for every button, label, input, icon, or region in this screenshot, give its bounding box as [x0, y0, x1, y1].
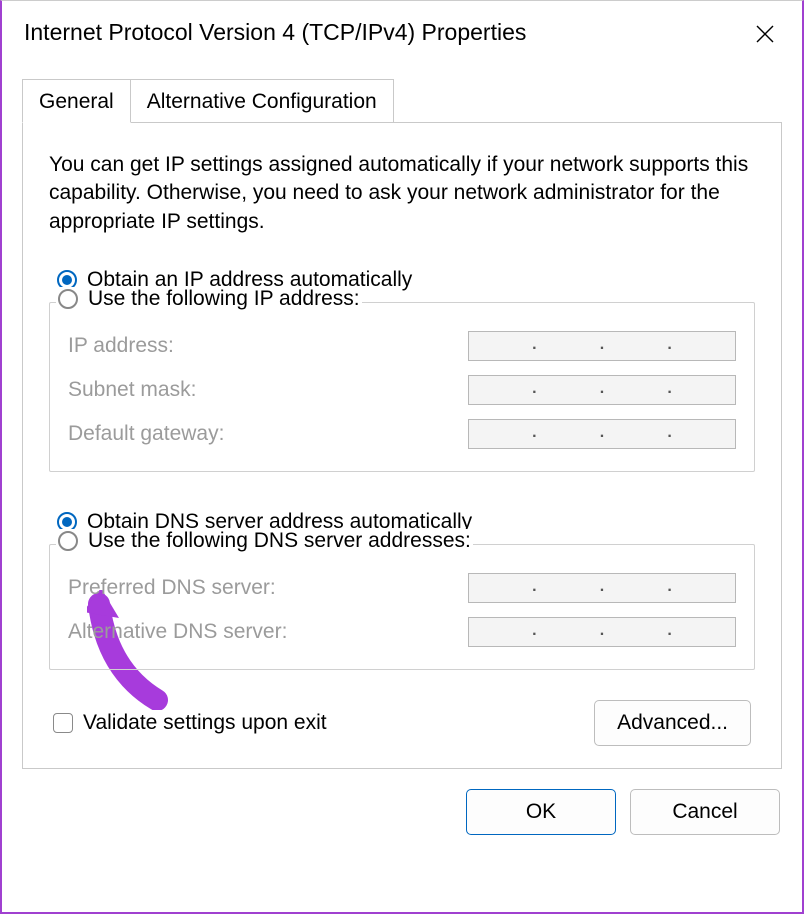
radio-label: Use the following DNS server addresses:	[88, 529, 471, 553]
radio-ip-manual[interactable]: Use the following IP address:	[56, 287, 362, 311]
tab-general[interactable]: General	[22, 79, 131, 123]
ok-button[interactable]: OK	[466, 789, 616, 835]
input-default-gateway[interactable]: ...	[468, 419, 736, 449]
input-subnet-mask[interactable]: ...	[468, 375, 736, 405]
checkbox-icon	[53, 713, 73, 733]
tab-content-general: You can get IP settings assigned automat…	[22, 122, 782, 769]
close-icon[interactable]	[750, 19, 780, 49]
title-bar: Internet Protocol Version 4 (TCP/IPv4) P…	[2, 1, 802, 61]
group-ip-manual: Use the following IP address: IP address…	[49, 302, 755, 472]
tab-strip: General Alternative Configuration	[22, 79, 782, 122]
cancel-button[interactable]: Cancel	[630, 789, 780, 835]
checkbox-validate-settings[interactable]: Validate settings upon exit	[53, 711, 327, 735]
radio-label: Use the following IP address:	[88, 287, 360, 311]
dialog-buttons: OK Cancel	[2, 789, 780, 835]
field-preferred-dns: Preferred DNS server: ...	[68, 573, 736, 603]
field-label: Preferred DNS server:	[68, 576, 276, 600]
radio-icon	[58, 531, 78, 551]
radio-icon	[58, 289, 78, 309]
field-label: Subnet mask:	[68, 378, 196, 402]
field-label: IP address:	[68, 334, 174, 358]
advanced-button[interactable]: Advanced...	[594, 700, 751, 746]
radio-dns-manual[interactable]: Use the following DNS server addresses:	[56, 529, 473, 553]
validate-row: Validate settings upon exit Advanced...	[53, 700, 751, 746]
window-title: Internet Protocol Version 4 (TCP/IPv4) P…	[24, 19, 526, 46]
field-default-gateway: Default gateway: ...	[68, 419, 736, 449]
input-ip-address[interactable]: ...	[468, 331, 736, 361]
input-alternative-dns[interactable]: ...	[468, 617, 736, 647]
field-ip-address: IP address: ...	[68, 331, 736, 361]
field-alternative-dns: Alternative DNS server: ...	[68, 617, 736, 647]
group-dns-manual: Use the following DNS server addresses: …	[49, 544, 755, 670]
field-subnet-mask: Subnet mask: ...	[68, 375, 736, 405]
field-label: Alternative DNS server:	[68, 620, 287, 644]
tab-panel: General Alternative Configuration You ca…	[22, 79, 782, 769]
checkbox-label: Validate settings upon exit	[83, 711, 327, 735]
intro-text: You can get IP settings assigned automat…	[49, 151, 755, 236]
field-label: Default gateway:	[68, 422, 224, 446]
tab-alternative-configuration[interactable]: Alternative Configuration	[130, 79, 394, 122]
input-preferred-dns[interactable]: ...	[468, 573, 736, 603]
